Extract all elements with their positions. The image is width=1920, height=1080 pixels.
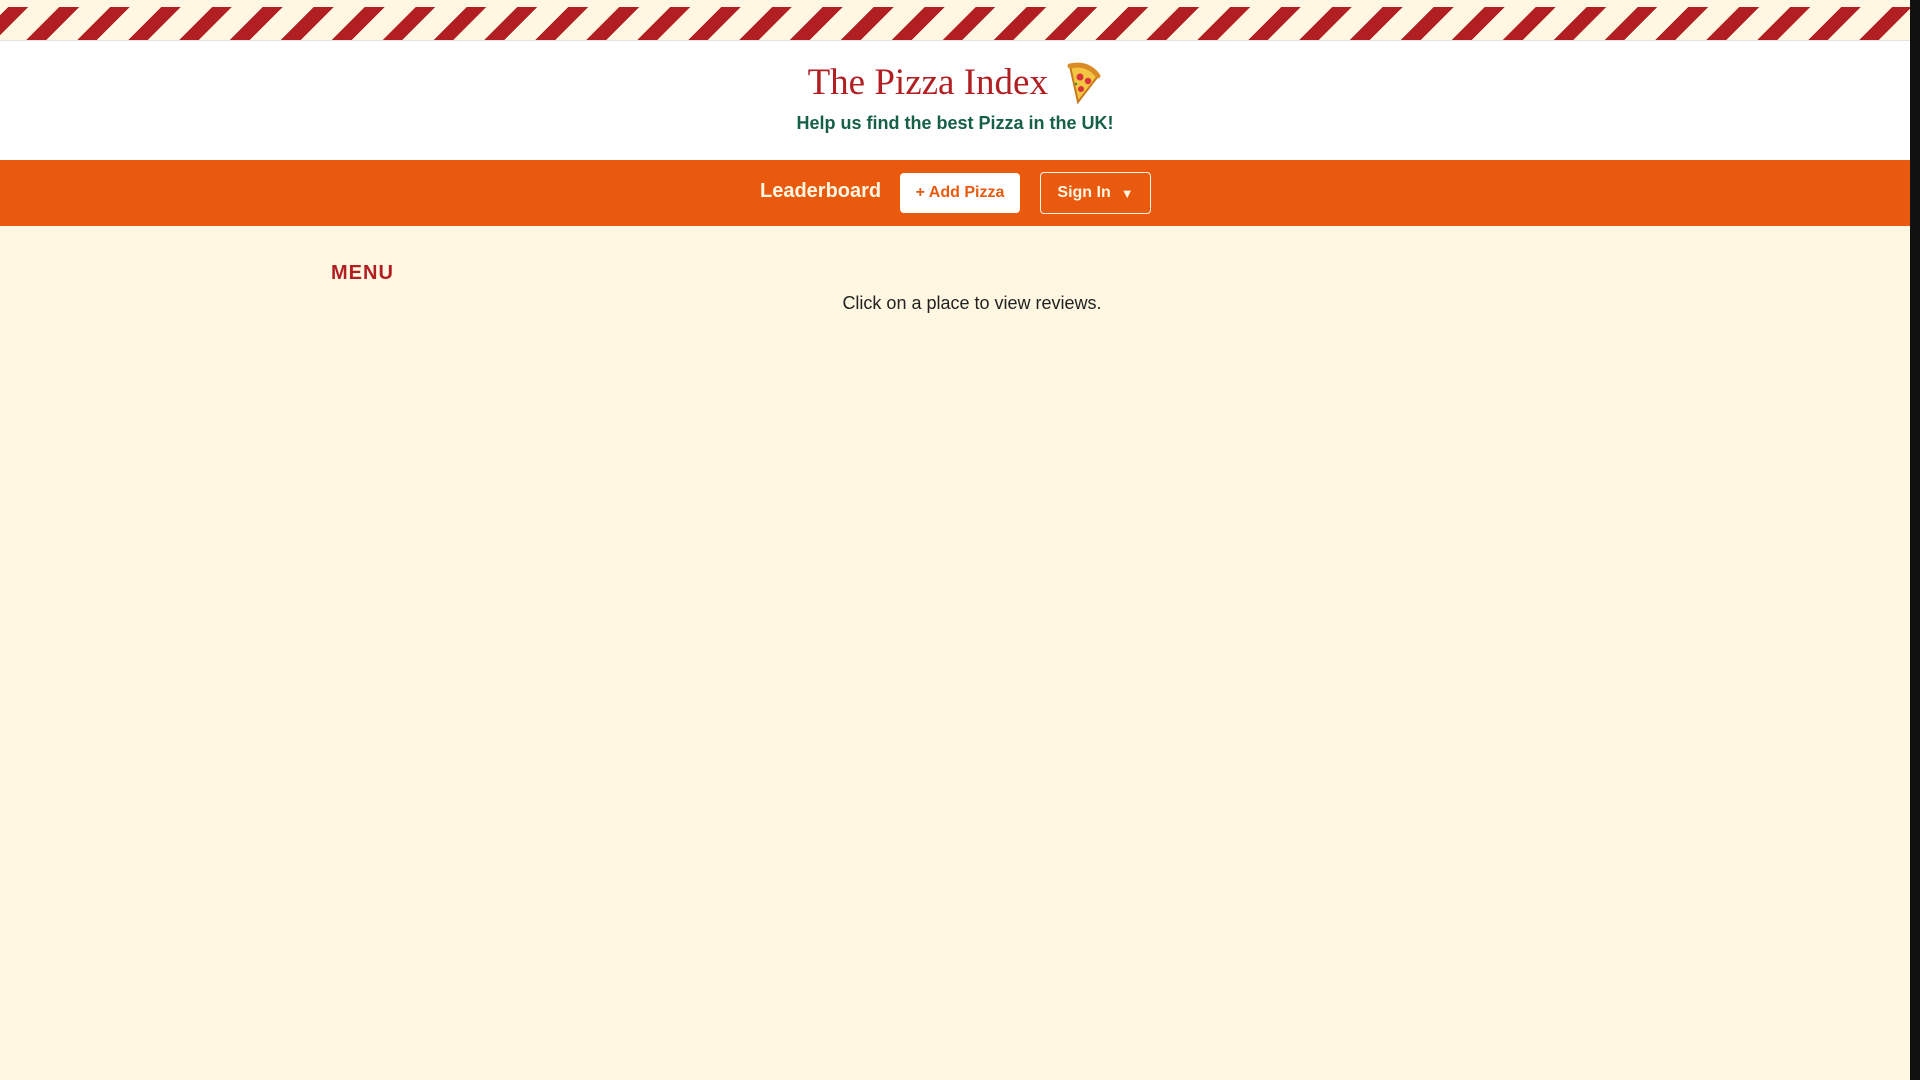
sign-in-label: Sign In: [1057, 184, 1111, 201]
title-row: The Pizza Index: [0, 61, 1910, 104]
leaderboard-link[interactable]: Leaderboard: [760, 180, 881, 203]
site-title[interactable]: The Pizza Index: [808, 62, 1048, 103]
page-scrollbar[interactable]: [1910, 0, 1920, 1080]
site-tagline: Help us find the best Pizza in the UK!: [796, 113, 1114, 133]
page: The Pizza Index Help us find the best Pi…: [0, 0, 1910, 1080]
add-pizza-button[interactable]: + Add Pizza: [900, 173, 1020, 213]
add-pizza-label: + Add Pizza: [915, 184, 1005, 201]
site-header: The Pizza Index Help us find the best Pi…: [0, 40, 1910, 161]
pizza-slice-icon: [1062, 62, 1102, 104]
menu-heading: MENU: [331, 262, 394, 284]
empty-state-hint: Click on a place to view reviews.: [842, 293, 1102, 313]
sign-in-dropdown-button[interactable]: Sign In ▼: [1040, 172, 1151, 214]
main-navbar: Leaderboard + Add Pizza Sign In ▼: [0, 160, 1910, 226]
caret-down-icon: ▼: [1120, 185, 1134, 201]
stripe-top-padding: [0, 0, 1910, 7]
